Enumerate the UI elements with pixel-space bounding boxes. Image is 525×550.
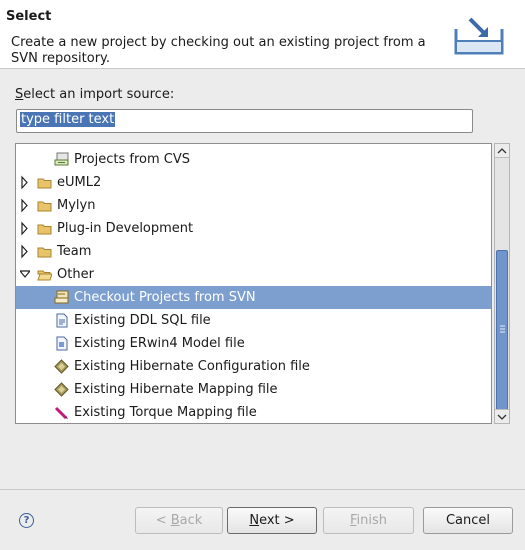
tree-item-label: Mylyn — [57, 198, 96, 213]
erwin-file-icon — [56, 336, 68, 351]
chevron-up-icon — [497, 148, 507, 154]
tree-item[interactable]: Checkout Projects from SVN — [16, 286, 491, 309]
scroll-thumb[interactable] — [496, 250, 508, 410]
expand-arrow-icon[interactable] — [20, 240, 30, 263]
tree-item-label: Existing Hibernate Mapping file — [74, 382, 278, 397]
import-source-label: Select an import source: — [15, 87, 175, 102]
cancel-button[interactable]: Cancel — [423, 507, 513, 534]
tree-scrollbar[interactable] — [494, 143, 510, 424]
filter-input[interactable]: type filter text — [16, 109, 473, 133]
expand-arrow-icon[interactable] — [20, 194, 30, 217]
expand-arrow-icon[interactable] — [20, 217, 30, 240]
tree-item[interactable]: Plug-in Development — [16, 217, 491, 240]
hibernate-icon — [54, 382, 69, 397]
finish-button[interactable]: Finish — [323, 507, 414, 534]
footer-separator — [0, 489, 525, 490]
tree-item-label: Existing Torque Mapping file — [74, 405, 257, 420]
tree-item-label: Other — [57, 267, 94, 282]
expand-arrow-open-icon[interactable] — [20, 263, 30, 286]
tree-item-label: Existing Hibernate Configuration file — [74, 359, 310, 374]
page-description: Create a new project by checking out an … — [11, 35, 426, 66]
tree-item[interactable]: Existing Torque Mapping file — [16, 401, 491, 423]
cvs-icon — [54, 152, 69, 166]
tree-item[interactable]: Existing ERwin4 Model file — [16, 332, 491, 355]
tree-item[interactable]: Existing DDL SQL file — [16, 309, 491, 332]
import-source-tree[interactable]: Projects from CVS eUML2 Mylyn Plug-in Devel… — [15, 143, 492, 424]
next-button[interactable]: Next > — [227, 507, 317, 534]
tree-item[interactable]: Mylyn — [16, 194, 491, 217]
back-button[interactable]: < Back — [135, 507, 223, 534]
filter-text: type filter text — [20, 112, 116, 127]
help-icon[interactable]: ? — [19, 513, 34, 528]
chevron-down-icon — [497, 414, 507, 420]
grip-icon — [500, 325, 505, 333]
folder-icon — [37, 247, 52, 258]
scroll-down-button[interactable] — [495, 409, 509, 423]
tree-item[interactable]: Team — [16, 240, 491, 263]
scroll-up-button[interactable] — [495, 144, 509, 158]
tree-item[interactable]: eUML2 — [16, 171, 491, 194]
folder-open-icon — [37, 270, 52, 281]
ddl-file-icon — [56, 313, 68, 328]
tree-item-label: eUML2 — [57, 175, 102, 190]
tree-item-label: Team — [57, 244, 92, 259]
tree-item[interactable]: Existing Hibernate Mapping file — [16, 378, 491, 401]
wizard-header: Select Create a new project by checking … — [0, 0, 525, 69]
tree-item[interactable]: Existing Hibernate Configuration file — [16, 355, 491, 378]
folder-icon — [37, 224, 52, 235]
folder-icon — [37, 178, 52, 189]
torque-icon — [54, 406, 68, 420]
tree-item[interactable]: Projects from CVS — [16, 148, 491, 171]
hibernate-icon — [54, 359, 69, 374]
tree-item-label: Existing DDL SQL file — [74, 313, 211, 328]
tree-item-label: Plug-in Development — [57, 221, 194, 236]
svn-icon — [54, 290, 69, 304]
tree-item-label: Projects from CVS — [74, 152, 190, 167]
tree-item[interactable]: Other — [16, 263, 491, 286]
import-wizard-icon — [454, 17, 504, 55]
page-title: Select — [6, 9, 52, 24]
tree-item-label: Existing ERwin4 Model file — [74, 336, 245, 351]
tree-item-label: Checkout Projects from SVN — [74, 290, 256, 305]
expand-arrow-icon[interactable] — [20, 171, 30, 194]
folder-icon — [37, 201, 52, 212]
